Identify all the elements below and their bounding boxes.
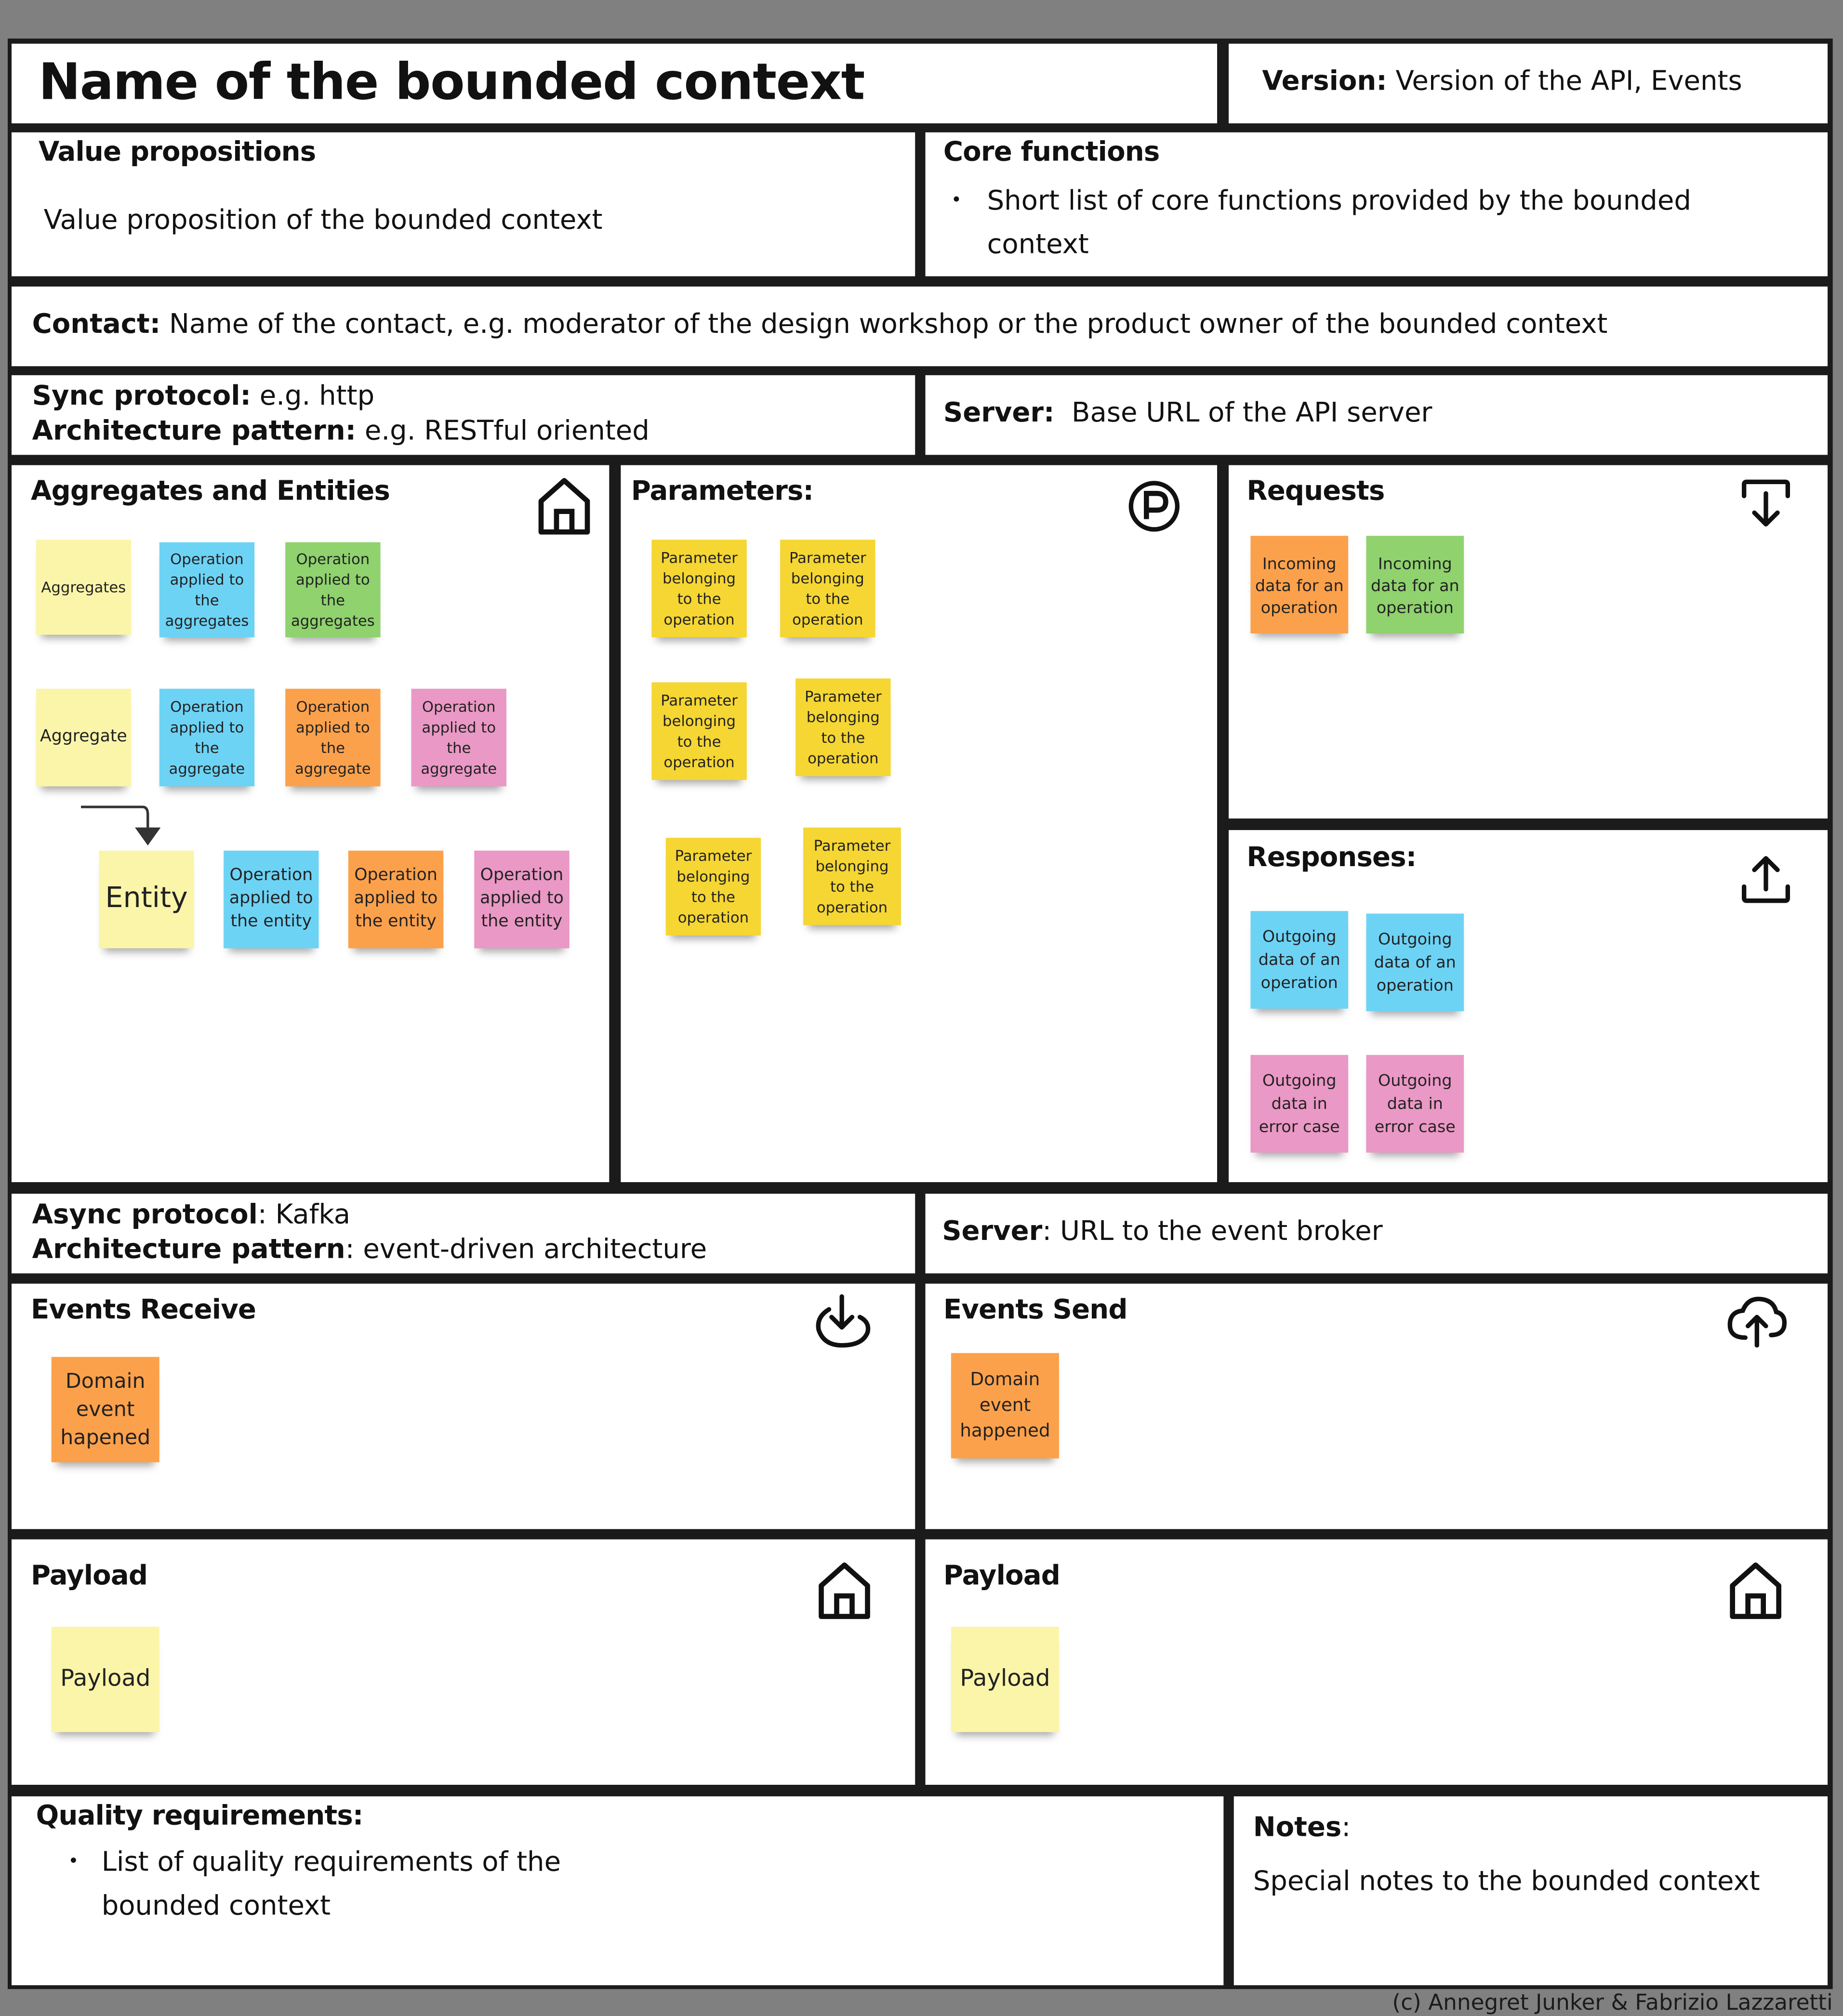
version-value: Version of the API, Events	[1395, 66, 1742, 97]
sticky-note-parameter[interactable]: Parameter belonging to the operation	[780, 540, 875, 638]
responses-heading: Responses:	[1246, 842, 1417, 873]
sticky-note-entity[interactable]: Entity	[99, 850, 194, 949]
async-server-label: Server	[942, 1215, 1043, 1247]
aggregates-heading: Aggregates and Entities	[31, 475, 390, 506]
quality-requirements-cell: Quality requirements: • List of quality …	[12, 1796, 1224, 1986]
sticky-note-error-data[interactable]: Outgoing data in error case	[1250, 1054, 1349, 1153]
house-icon	[819, 1562, 870, 1619]
parking-p-icon	[1128, 481, 1180, 532]
sticky-note-operation[interactable]: Operation applied to the entity	[474, 850, 570, 949]
async-protocol-value: : Kafka	[257, 1199, 351, 1230]
sticky-note-parameter[interactable]: Parameter belonging to the operation	[803, 827, 901, 925]
sync-protocol-value: e.g. http	[259, 380, 375, 411]
sync-pattern-label: Architecture pattern:	[32, 415, 357, 446]
version-cell: Version: Version of the API, Events	[1229, 43, 1828, 124]
sticky-note-parameter[interactable]: Parameter belonging to the operation	[665, 838, 761, 936]
cloud-download-icon	[816, 1294, 871, 1348]
events-send-cell: Events Send Domain event happened	[925, 1283, 1828, 1529]
notes-heading: Notes	[1253, 1812, 1342, 1843]
sticky-note-parameter[interactable]: Parameter belonging to the operation	[651, 540, 747, 638]
payload-receive-cell: Payload Payload	[12, 1539, 915, 1785]
sticky-note-domain-event[interactable]: Domain event happened	[951, 1353, 1059, 1459]
house-icon	[538, 478, 590, 535]
requests-cell: Requests Incoming data for an operation …	[1229, 465, 1828, 819]
events-receive-heading: Events Receive	[31, 1294, 256, 1325]
core-functions-cell: Core functions • Short list of core func…	[925, 132, 1828, 277]
value-propositions-heading: Value propositions	[39, 136, 316, 167]
upload-tray-icon	[1741, 856, 1790, 903]
async-protocol-cell: Async protocol: Kafka Architecture patte…	[12, 1194, 915, 1274]
sticky-note-operation[interactable]: Operation applied to the aggregate	[285, 688, 381, 787]
async-protocol-label: Async protocol	[32, 1199, 258, 1230]
notes-cell: Notes: Special notes to the bounded cont…	[1233, 1796, 1828, 1986]
sticky-note-aggregate[interactable]: Aggregate	[36, 688, 132, 787]
sticky-note-payload[interactable]: Payload	[951, 1626, 1059, 1732]
contact-cell: Contact: Name of the contact, e.g. moder…	[12, 286, 1828, 367]
async-pattern-value: : event-driven architecture	[345, 1233, 707, 1265]
sticky-note-error-data[interactable]: Outgoing data in error case	[1366, 1054, 1464, 1153]
copyright-text: (c) Annegret Junker & Fabrizio Lazzarett…	[1392, 1990, 1833, 2016]
sticky-note-parameter[interactable]: Parameter belonging to the operation	[651, 682, 747, 780]
events-send-heading: Events Send	[943, 1294, 1128, 1325]
sticky-note-operation[interactable]: Operation applied to the aggregates	[285, 542, 381, 638]
value-propositions-cell: Value propositions Value proposition of …	[12, 132, 915, 277]
async-server-cell: Server: URL to the event broker	[925, 1194, 1828, 1274]
sync-server-label: Server:	[943, 397, 1055, 428]
sticky-note-incoming-data[interactable]: Incoming data for an operation	[1250, 536, 1349, 634]
sticky-note-operation[interactable]: Operation applied to the aggregate	[411, 688, 506, 787]
sticky-note-operation[interactable]: Operation applied to the entity	[224, 850, 319, 949]
payload-heading: Payload	[943, 1560, 1061, 1591]
events-receive-cell: Events Receive Domain event hapened	[12, 1283, 915, 1529]
bullet-icon: •	[951, 190, 962, 211]
sync-protocol-cell: Sync protocol: e.g. http Architecture pa…	[12, 375, 915, 455]
title-cell: Name of the bounded context	[12, 43, 1218, 124]
sync-pattern-value: e.g. RESTful oriented	[364, 415, 650, 446]
bounded-context-canvas: Name of the bounded context Version: Ver…	[0, 0, 1843, 2016]
aggregates-cell: Aggregates and Entities Aggregates Opera…	[12, 465, 610, 1183]
core-functions-item: • Short list of core functions provided …	[951, 179, 1774, 266]
version-label: Version:	[1262, 66, 1387, 97]
value-propositions-text: Value proposition of the bounded context	[43, 204, 603, 236]
sticky-note-aggregates[interactable]: Aggregates	[36, 540, 132, 635]
sticky-note-operation[interactable]: Operation applied to the entity	[348, 850, 444, 949]
quality-heading: Quality requirements:	[36, 1800, 364, 1832]
responses-cell: Responses: Outgoing data of an operation…	[1229, 830, 1828, 1183]
sticky-note-operation[interactable]: Operation applied to the aggregates	[159, 542, 255, 638]
sticky-note-outgoing-data[interactable]: Outgoing data of an operation	[1250, 911, 1349, 1009]
house-icon	[1730, 1562, 1782, 1619]
parameters-heading: Parameters:	[631, 475, 814, 506]
notes-text: Special notes to the bounded context	[1253, 1866, 1760, 1897]
sync-server-value: Base URL of the API server	[1072, 397, 1432, 428]
sticky-note-outgoing-data[interactable]: Outgoing data of an operation	[1366, 913, 1464, 1012]
bullet-icon: •	[68, 1851, 79, 1872]
download-tray-icon	[1741, 479, 1790, 527]
async-pattern-label: Architecture pattern	[32, 1233, 345, 1265]
sync-server-cell: Server: Base URL of the API server	[925, 375, 1828, 455]
sync-protocol-label: Sync protocol:	[32, 380, 251, 411]
arrow-down-right-icon	[81, 805, 161, 846]
cloud-upload-icon	[1727, 1296, 1787, 1348]
core-functions-heading: Core functions	[943, 136, 1160, 167]
sticky-note-payload[interactable]: Payload	[51, 1626, 159, 1732]
contact-label: Contact:	[32, 308, 161, 340]
payload-send-cell: Payload Payload	[925, 1539, 1828, 1785]
parameters-cell: Parameters: Parameter belonging to the o…	[621, 465, 1218, 1183]
requests-heading: Requests	[1246, 475, 1385, 506]
sticky-note-domain-event[interactable]: Domain event hapened	[51, 1357, 159, 1463]
quality-item: • List of quality requirements of the bo…	[68, 1840, 608, 1927]
sticky-note-incoming-data[interactable]: Incoming data for an operation	[1366, 536, 1464, 634]
sticky-note-operation[interactable]: Operation applied to the aggregate	[159, 688, 255, 787]
contact-value: Name of the contact, e.g. moderator of t…	[169, 308, 1608, 340]
async-server-value: : URL to the event broker	[1042, 1215, 1383, 1247]
page-title: Name of the bounded context	[39, 54, 865, 112]
sticky-note-parameter[interactable]: Parameter belonging to the operation	[796, 678, 891, 777]
payload-heading: Payload	[31, 1560, 148, 1591]
